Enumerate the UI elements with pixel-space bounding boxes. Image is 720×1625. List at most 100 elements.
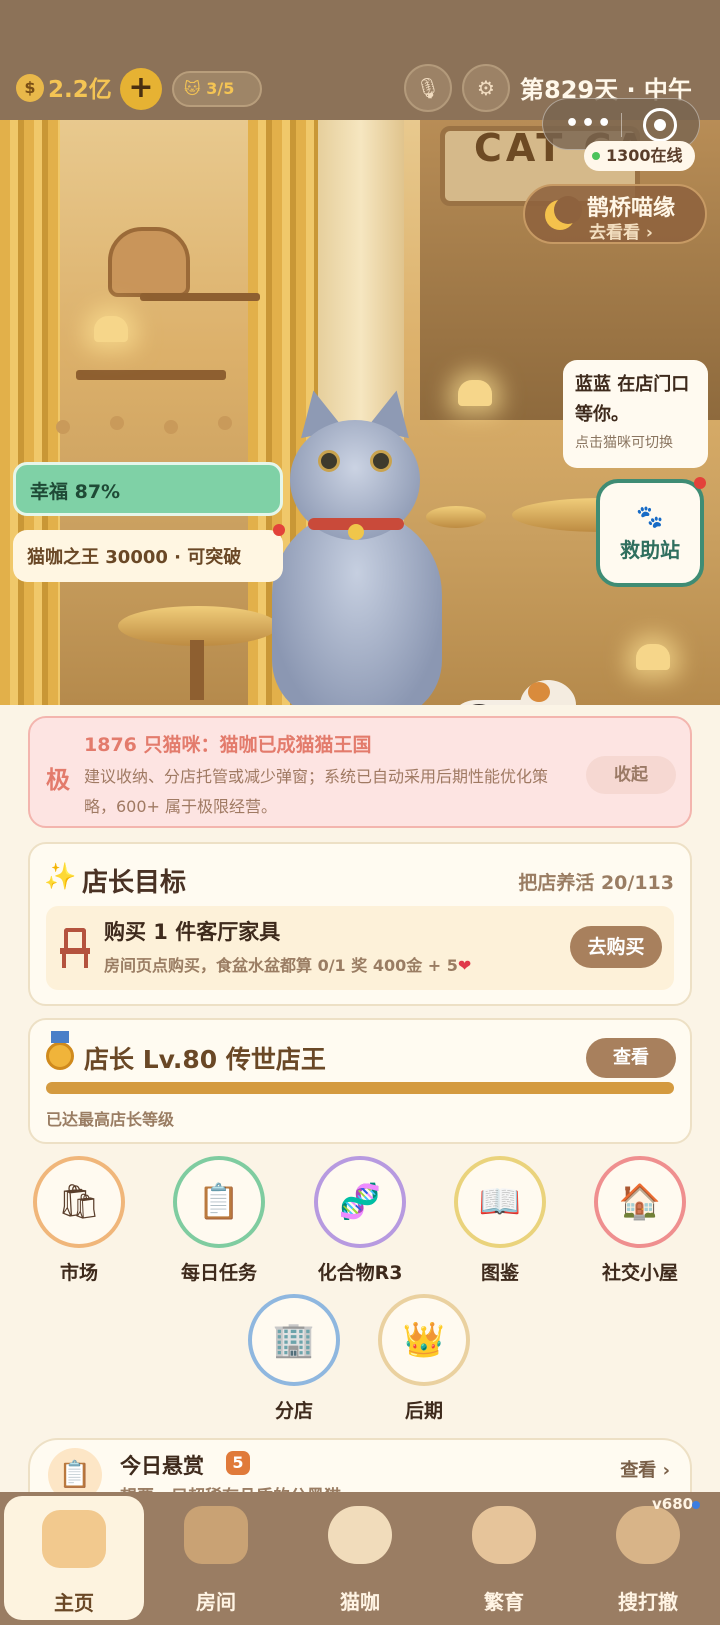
dna-icon: 🧬 <box>338 1182 382 1222</box>
extreme-mark: 极 <box>46 766 70 794</box>
moon-icon <box>545 196 582 230</box>
view-level-button[interactable]: 查看 <box>586 1038 676 1078</box>
nav-label: 房间 <box>196 1590 236 1614</box>
more-dots-icon[interactable]: ••• <box>565 111 613 136</box>
settings-button[interactable]: ⚙ <box>462 64 510 112</box>
cat-face-icon: 🐱 <box>184 79 201 98</box>
speech-text: 蓝蓝 在店门口等你。 <box>575 374 690 425</box>
level-progress-track <box>46 1082 674 1094</box>
money-bag-icon: $ <box>16 74 44 102</box>
cat-bell <box>348 524 364 540</box>
bounty-title: 今日悬赏 <box>120 1454 204 1478</box>
nav-label: 主页 <box>54 1591 94 1615</box>
online-count-badge: 1300在线 <box>584 141 695 171</box>
warning-title: 1876 只猫咪：猫咖已成猫猫王国 <box>84 734 372 756</box>
manager-level-card: 店长 Lv.80 传世店王 查看 已达最高店长等级 <box>28 1018 692 1144</box>
add-coins-button[interactable]: + <box>120 68 162 110</box>
feature-ring: 📋 <box>173 1156 265 1248</box>
nav-label: 猫咖 <box>340 1590 380 1614</box>
capsule-divider <box>621 113 622 137</box>
feature-market[interactable]: 🛍 市场 <box>19 1156 139 1285</box>
medal-icon <box>46 1031 74 1070</box>
mic-button[interactable]: 🎙 <box>404 64 452 112</box>
feature-ring: 🏢 <box>248 1294 340 1386</box>
collapse-button[interactable]: 收起 <box>586 756 676 794</box>
nav-cat-cafe[interactable]: 猫咖 <box>288 1492 432 1625</box>
cat-eye <box>318 450 340 472</box>
nav-label: 搜打撤 <box>618 1590 678 1614</box>
close-target-icon[interactable] <box>643 108 677 142</box>
feature-ring: 🧬 <box>314 1156 406 1248</box>
wall-shelf <box>76 370 226 380</box>
rescue-station-button[interactable]: 🐾 救助站 <box>596 479 704 587</box>
go-buy-button[interactable]: 去购买 <box>570 926 662 968</box>
heart-icon: ❤ <box>457 956 472 975</box>
table-leg <box>190 640 204 700</box>
nav-home[interactable]: 主页 <box>4 1496 144 1620</box>
bounty-count-badge: 5 <box>226 1451 250 1475</box>
nav-search-extract[interactable]: 搜打撤 <box>576 1492 720 1625</box>
warning-body: 建议收纳、分店托管或减少弹窗；系统已自动采用后期性能优化策略，600+ 属于极限… <box>84 767 549 816</box>
level-progress-fill <box>46 1082 674 1094</box>
home-icon <box>42 1510 106 1568</box>
feature-late-game[interactable]: 👑 后期 <box>364 1294 484 1423</box>
feature-label: 社交小屋 <box>601 1262 678 1284</box>
coin-balance: 2.2亿 <box>48 77 112 103</box>
feature-branch[interactable]: 🏢 分店 <box>234 1294 354 1423</box>
notification-dot <box>694 477 706 489</box>
feature-ring: 📖 <box>454 1156 546 1248</box>
feature-compound[interactable]: 🧬 化合物R3 <box>300 1156 420 1285</box>
level-note: 已达最高店长等级 <box>46 1110 175 1129</box>
left-curtain <box>0 120 60 705</box>
nav-breeding[interactable]: 繁育 <box>432 1492 576 1625</box>
happiness-text: 幸福 87% <box>30 481 121 503</box>
nav-label: 繁育 <box>484 1590 524 1614</box>
notification-dot <box>273 524 285 536</box>
paw-print-icon <box>110 416 124 430</box>
shopping-bag-icon: 🛍 <box>57 1182 101 1222</box>
cafe-king-bar[interactable]: 猫咖之王 30000 · 可突破 <box>13 530 283 582</box>
feature-ring: 🏠 <box>594 1156 686 1248</box>
magpie-bridge-card[interactable]: 鹊桥喵缘 去看看 › <box>523 184 707 244</box>
feature-ring: 🛍 <box>33 1156 125 1248</box>
lamp-icon <box>636 644 670 670</box>
cat-wall-frame <box>108 227 190 297</box>
calico-spot <box>528 682 550 702</box>
cat-speech-bubble[interactable]: 蓝蓝 在店门口等你。 点击猫咪可切换 <box>563 360 708 468</box>
cat-capacity-badge[interactable]: 🐱 3/5 <box>172 71 262 107</box>
bottom-nav: 主页 房间 猫咖 繁育 搜打撤 <box>0 1492 720 1625</box>
feature-ring: 👑 <box>378 1294 470 1386</box>
magpie-link[interactable]: 去看看 › <box>589 218 653 243</box>
online-count: 1300在线 <box>606 146 683 165</box>
feature-label: 每日任务 <box>180 1262 257 1284</box>
house-icon: 🏠 <box>618 1182 662 1222</box>
goal-title: 店长目标 <box>82 868 187 898</box>
search-map-icon <box>616 1506 680 1564</box>
feature-codex[interactable]: 📖 图鉴 <box>440 1156 560 1285</box>
room-icon <box>184 1506 248 1564</box>
paw-print-icon <box>218 416 232 430</box>
feature-label: 后期 <box>404 1400 443 1422</box>
nav-room[interactable]: 房间 <box>144 1492 288 1625</box>
version-dot <box>692 1501 700 1509</box>
paw-print-icon <box>164 420 178 434</box>
paw-icon: 🐾 <box>636 505 664 530</box>
daily-bounty-card[interactable]: 📋 今日悬赏 5 想要一只超稀有品质的公黑猫 查看 › <box>28 1438 692 1500</box>
clipboard-icon: 📋 <box>197 1182 241 1222</box>
feature-label: 分店 <box>274 1400 313 1422</box>
happiness-bar[interactable]: 幸福 87% <box>13 462 283 516</box>
task-description: 房间页点购买，食盆水盆都算 0/1 奖 400金 + 5❤ <box>104 952 471 976</box>
task-title: 购买 1 件客厅家具 <box>104 920 281 944</box>
crown-icon: 👑 <box>402 1320 446 1360</box>
feature-social-house[interactable]: 🏠 社交小屋 <box>580 1156 700 1285</box>
bounty-view-link[interactable]: 查看 › <box>620 1456 670 1482</box>
speech-hint: 点击猫咪可切换 <box>575 435 673 451</box>
building-icon: 🏢 <box>272 1320 316 1360</box>
cafe-king-text: 猫咖之王 30000 · 可突破 <box>27 547 242 568</box>
cat-cafe-icon <box>328 1506 392 1564</box>
feature-daily-tasks[interactable]: 📋 每日任务 <box>159 1156 279 1285</box>
chair-icon <box>60 928 90 968</box>
microphone-icon: 🎙 <box>415 76 441 100</box>
online-dot-icon <box>592 152 600 160</box>
breeding-icon <box>472 1506 536 1564</box>
